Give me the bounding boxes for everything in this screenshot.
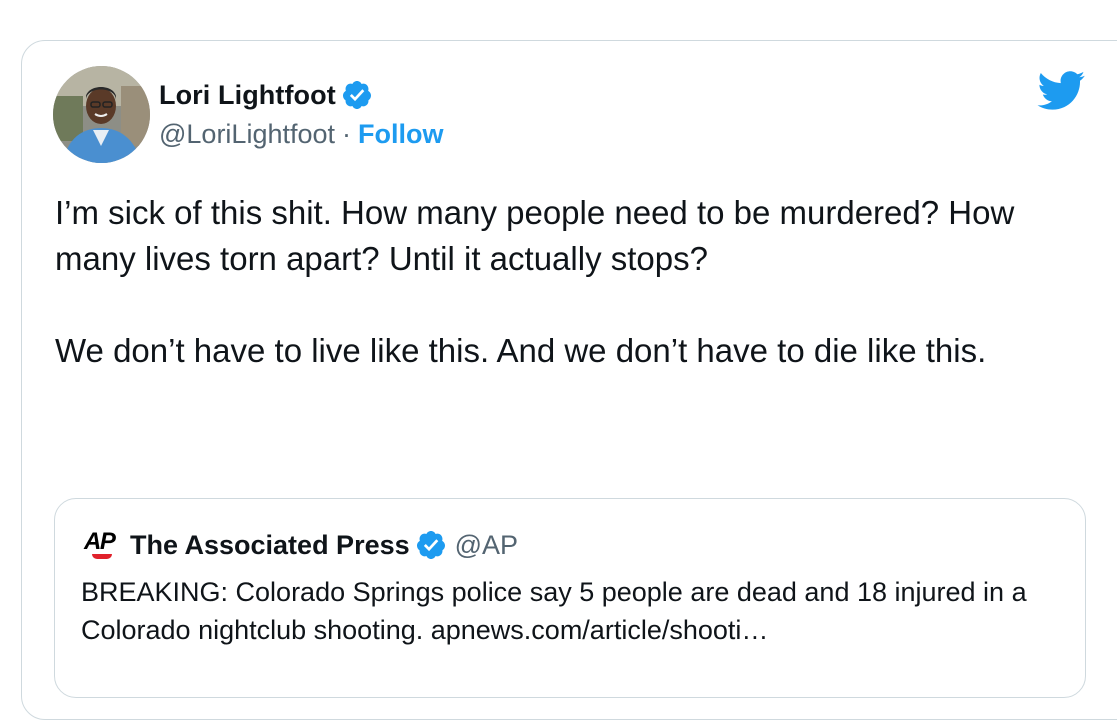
ap-logo: AP (84, 530, 120, 560)
quoted-tweet-header: AP The Associated Press @AP (84, 527, 518, 563)
twitter-bird-icon[interactable] (1037, 71, 1086, 111)
author-name-row: Lori Lightfoot (159, 77, 373, 113)
quoted-author-handle[interactable]: @AP (455, 530, 518, 561)
verified-badge-icon (416, 531, 445, 559)
separator-dot: · (342, 118, 352, 149)
ap-logo-underline (92, 554, 112, 559)
verified-badge-icon (342, 81, 371, 109)
quoted-author-name[interactable]: The Associated Press (130, 530, 410, 561)
avatar-photo (53, 66, 150, 163)
quoted-tweet-text: BREAKING: Colorado Springs police say 5 … (81, 577, 1027, 645)
author-avatar[interactable] (53, 66, 150, 163)
follow-button[interactable]: Follow (358, 119, 443, 150)
tweet-paragraph: We don’t have to live like this. And we … (55, 332, 987, 369)
tweet-body: I’m sick of this shit. How many people n… (55, 190, 1055, 374)
tweet-paragraph: I’m sick of this shit. How many people n… (55, 194, 1015, 277)
author-handle-row: @LoriLightfoot · Follow (159, 116, 444, 152)
ap-logo-text: AP (84, 528, 116, 555)
author-handle[interactable]: @LoriLightfoot (159, 119, 335, 150)
author-name[interactable]: Lori Lightfoot (159, 80, 336, 111)
